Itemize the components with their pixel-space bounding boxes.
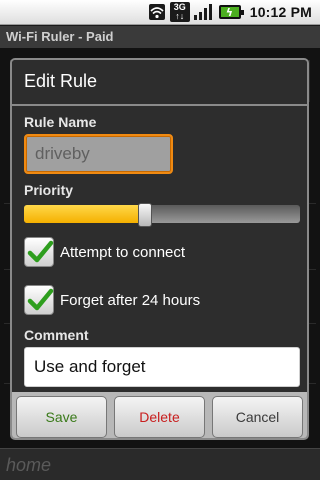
delete-button[interactable]: Delete (114, 396, 205, 438)
forget-row[interactable]: Forget after 24 hours (24, 282, 200, 318)
rule-name-input[interactable] (24, 134, 173, 174)
slider-thumb[interactable] (138, 203, 153, 227)
status-bar: 3G ↑↓ ϟ 10:12 PM (0, 0, 320, 25)
network-3g-icon: 3G ↑↓ (169, 2, 190, 22)
checkmark-icon (27, 288, 54, 311)
comment-input[interactable]: Use and forget (24, 347, 300, 387)
comment-label: Comment (24, 327, 89, 343)
priority-slider[interactable] (24, 203, 300, 227)
bottom-home-label: home (6, 455, 52, 475)
checkmark-icon (27, 240, 54, 263)
attempt-connect-row[interactable]: Attempt to connect (24, 234, 185, 270)
network-activity-label: ↑↓ (175, 11, 185, 21)
forget-label: Forget after 24 hours (60, 291, 201, 309)
clock: 10:12 PM (249, 4, 312, 20)
signal-icon (193, 2, 213, 22)
cancel-button[interactable]: Cancel (212, 396, 303, 438)
bottom-bar: home (0, 448, 320, 480)
dialog-title: Edit Rule (12, 60, 307, 104)
dialog-button-bar: Save Delete Cancel (12, 392, 307, 438)
attempt-connect-label: Attempt to connect (60, 243, 186, 261)
title-divider (12, 104, 307, 106)
slider-fill (24, 205, 146, 223)
app-title: Wi-Fi Ruler - Paid (0, 26, 320, 48)
forget-checkbox[interactable] (24, 285, 54, 315)
save-button[interactable]: Save (16, 396, 107, 438)
attempt-connect-checkbox[interactable] (24, 237, 54, 267)
priority-label: Priority (24, 182, 74, 198)
edit-rule-dialog: Edit Rule Rule Name Priority Attempt to … (10, 58, 309, 440)
battery-icon: ϟ (216, 2, 244, 22)
rule-name-label: Rule Name (24, 114, 97, 130)
wifi-icon (147, 2, 167, 22)
